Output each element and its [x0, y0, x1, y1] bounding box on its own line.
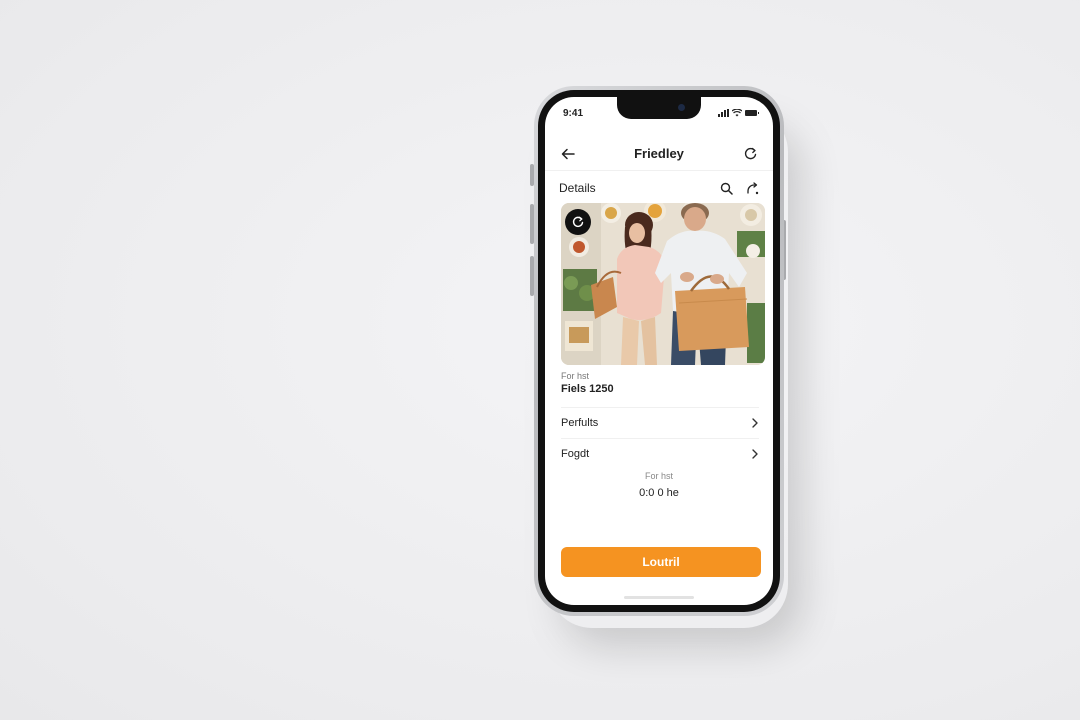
summary-value: 0:0 0 he — [639, 487, 679, 499]
primary-action-button[interactable]: Loutril — [561, 547, 761, 577]
list-item-label: Perfults — [561, 417, 599, 429]
status-icons — [718, 109, 759, 117]
search-button[interactable] — [717, 179, 735, 197]
arrow-left-icon — [561, 148, 575, 159]
section-title: Details — [559, 181, 596, 195]
refresh-button[interactable] — [741, 145, 759, 163]
price-value: Fiels 1250 — [561, 383, 614, 395]
list-item-fogdt[interactable]: Fogdt — [561, 438, 759, 469]
share-icon — [746, 181, 758, 194]
hero-image — [561, 203, 765, 365]
search-icon — [720, 182, 733, 195]
summary-label: For hst — [644, 471, 673, 481]
background-stage: 9:41 Friedley Details For hst Fiels 1250… — [0, 0, 1080, 720]
refresh-icon — [744, 147, 756, 160]
wifi-icon — [732, 109, 742, 117]
nav-bar: Friedley — [545, 137, 773, 171]
hero-badge[interactable] — [565, 209, 591, 235]
page-title: Friedley — [634, 146, 684, 161]
shopping-couple-illustration — [561, 203, 765, 365]
summary-block: For hst 0:0 0 he — [545, 471, 773, 499]
chevron-right-icon — [752, 418, 758, 428]
price-info: For hst Fiels 1250 — [561, 371, 759, 395]
share-button[interactable] — [743, 179, 761, 197]
signal-icon — [718, 109, 729, 117]
section-header: Details — [559, 177, 761, 199]
battery-icon — [745, 110, 759, 116]
status-bar: 9:41 — [563, 107, 759, 119]
phone-screen: 9:41 Friedley Details For hst Fiels 1250… — [545, 97, 773, 605]
home-indicator — [624, 596, 694, 599]
back-button[interactable] — [559, 145, 577, 163]
price-label: For hst — [561, 371, 590, 381]
phone-frame: 9:41 Friedley Details For hst Fiels 1250… — [534, 86, 784, 616]
list-item-label: Fogdt — [561, 448, 590, 460]
chevron-right-icon — [752, 449, 758, 459]
phone-bezel: 9:41 Friedley Details For hst Fiels 1250… — [538, 90, 780, 612]
circle-arrow-icon — [572, 216, 584, 228]
list-item-perfults[interactable]: Perfults — [561, 407, 759, 438]
status-time: 9:41 — [563, 107, 584, 119]
header-actions — [717, 179, 761, 197]
